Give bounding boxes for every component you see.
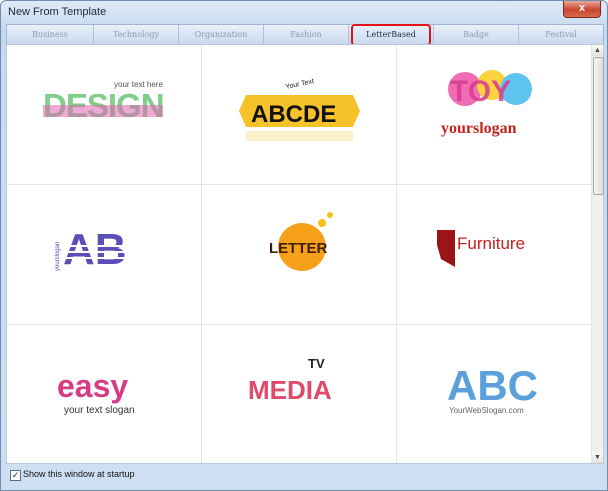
design-logo: your text here DESIGN xyxy=(43,80,165,124)
title-bar: New From Template x xyxy=(1,1,607,23)
abcde-logo: Your Text ABCDE xyxy=(239,78,360,141)
ab-logo: AB yourslogan xyxy=(55,225,141,274)
furniture-emblem xyxy=(437,230,455,267)
template-letter[interactable]: LETTER xyxy=(202,185,397,325)
media-tv-label: TV xyxy=(308,356,325,371)
scroll-thumb[interactable] xyxy=(593,57,604,195)
letter-bubble-2 xyxy=(327,212,333,218)
letter-wordmark: LETTER xyxy=(269,240,327,257)
abcde-wordmark: ABCDE xyxy=(251,101,336,128)
tab-technology[interactable]: Technology xyxy=(94,25,179,44)
tab-fashion[interactable]: Fashion xyxy=(264,25,349,44)
ab-wordmark: AB xyxy=(63,225,127,274)
tab-festival[interactable]: Festival xyxy=(519,25,603,44)
show-at-startup-checkbox[interactable]: ✓ xyxy=(10,470,21,481)
ab-stripe-3 xyxy=(63,257,141,259)
vertical-scrollbar[interactable]: ▲ ▼ xyxy=(592,44,604,464)
abc-wordmark: ABC xyxy=(447,362,538,409)
ab-stripe-2 xyxy=(63,251,141,253)
template-abc[interactable]: ABC YourWebSlogan.com xyxy=(397,325,592,463)
toy-wordmark: TOY xyxy=(450,75,511,108)
furniture-wordmark: Furniture xyxy=(457,234,525,253)
show-at-startup-label[interactable]: Show this window at startup xyxy=(23,469,135,479)
template-grid: your text here DESIGN Your Text ABCDE TO… xyxy=(6,44,594,464)
tab-badge[interactable]: Badge xyxy=(434,25,519,44)
tab-organization[interactable]: Organization xyxy=(179,25,264,44)
scroll-down-arrow-icon[interactable]: ▼ xyxy=(592,452,603,463)
dialog-footer: ✓ Show this window at startup xyxy=(1,463,607,490)
tab-letterbased[interactable]: LetterBased xyxy=(349,24,434,46)
template-ab[interactable]: AB yourslogan xyxy=(7,185,202,325)
letter-bubble-1 xyxy=(318,219,326,227)
window-title: New From Template xyxy=(8,6,107,18)
abcde-tagline: Your Text xyxy=(285,78,315,91)
template-easy[interactable]: easy your text slogan xyxy=(7,325,202,463)
design-stripe xyxy=(43,105,163,117)
abcde-reflection xyxy=(246,131,353,141)
ab-stripe-1 xyxy=(63,245,141,247)
close-button[interactable]: x xyxy=(563,1,601,18)
category-tab-bar: Business Technology Organization Fashion… xyxy=(6,24,604,46)
tab-business[interactable]: Business xyxy=(7,25,94,44)
media-logo: TV MEDIA xyxy=(248,356,332,405)
new-from-template-window: New From Template x Business Technology … xyxy=(0,0,608,491)
media-wordmark: MEDIA xyxy=(248,375,332,405)
abc-slogan: YourWebSlogan.com xyxy=(449,406,524,415)
template-toy[interactable]: TOY yourslogan xyxy=(397,45,592,185)
template-design[interactable]: your text here DESIGN xyxy=(7,45,202,185)
toy-logo: TOY yourslogan xyxy=(441,70,532,137)
scroll-up-arrow-icon[interactable]: ▲ xyxy=(592,45,603,56)
furniture-logo: Furniture xyxy=(437,230,525,267)
easy-slogan: your text slogan xyxy=(64,405,135,416)
easy-logo: easy your text slogan xyxy=(57,368,135,416)
template-media[interactable]: TV MEDIA xyxy=(202,325,397,463)
ab-tagline: yourslogan xyxy=(55,242,61,271)
abc-logo: ABC YourWebSlogan.com xyxy=(447,362,538,415)
template-furniture[interactable]: Furniture xyxy=(397,185,592,325)
toy-slogan: yourslogan xyxy=(441,120,517,137)
letter-logo: LETTER xyxy=(269,212,333,271)
easy-wordmark: easy xyxy=(57,368,128,404)
template-abcde[interactable]: Your Text ABCDE xyxy=(202,45,397,185)
